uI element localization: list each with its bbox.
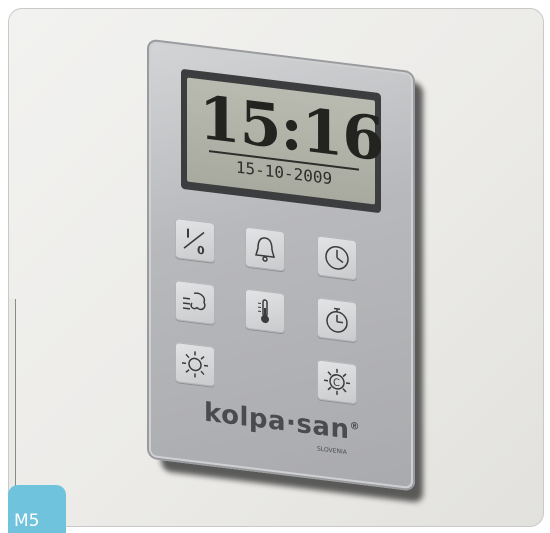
thermostat-device: 15:16 15-10-2009 0 C kolpa·san® SLOVENIA [147, 38, 415, 492]
sun-c-icon: C [324, 368, 350, 395]
bell-icon [255, 237, 275, 262]
clock-button[interactable] [317, 235, 357, 281]
lcd-bezel: 15:16 15-10-2009 [181, 68, 383, 214]
svg-text:C: C [333, 377, 340, 389]
temperature-button[interactable] [245, 288, 285, 334]
thermometer-icon [258, 299, 269, 324]
brand-logo: kolpa·san® [187, 395, 377, 448]
photo-frame: 15:16 15-10-2009 0 C kolpa·san® SLOVENIA [8, 8, 544, 527]
power-button[interactable]: 0 [175, 217, 215, 263]
sun-icon [182, 351, 208, 378]
timer-button[interactable] [317, 297, 357, 343]
svg-text:0: 0 [197, 244, 205, 258]
timer-icon [326, 307, 348, 333]
power-icon: 0 [183, 228, 205, 258]
fan-icon [183, 292, 206, 311]
adjacent-panel-edge [9, 299, 16, 489]
model-badge: M5 [8, 485, 66, 533]
comfort-temp-button[interactable]: C [317, 359, 357, 405]
comfort-mode-button[interactable] [175, 341, 215, 387]
fan-button[interactable] [175, 279, 215, 325]
lcd-display: 15:16 15-10-2009 [187, 77, 383, 205]
clock-icon [325, 246, 349, 270]
brand-subtext: SLOVENIA [317, 445, 347, 457]
alarm-button[interactable] [245, 226, 285, 272]
registered-mark: ® [349, 420, 360, 434]
model-badge-label: M5 [14, 511, 40, 531]
brand-name: kolpa·san [204, 397, 350, 446]
